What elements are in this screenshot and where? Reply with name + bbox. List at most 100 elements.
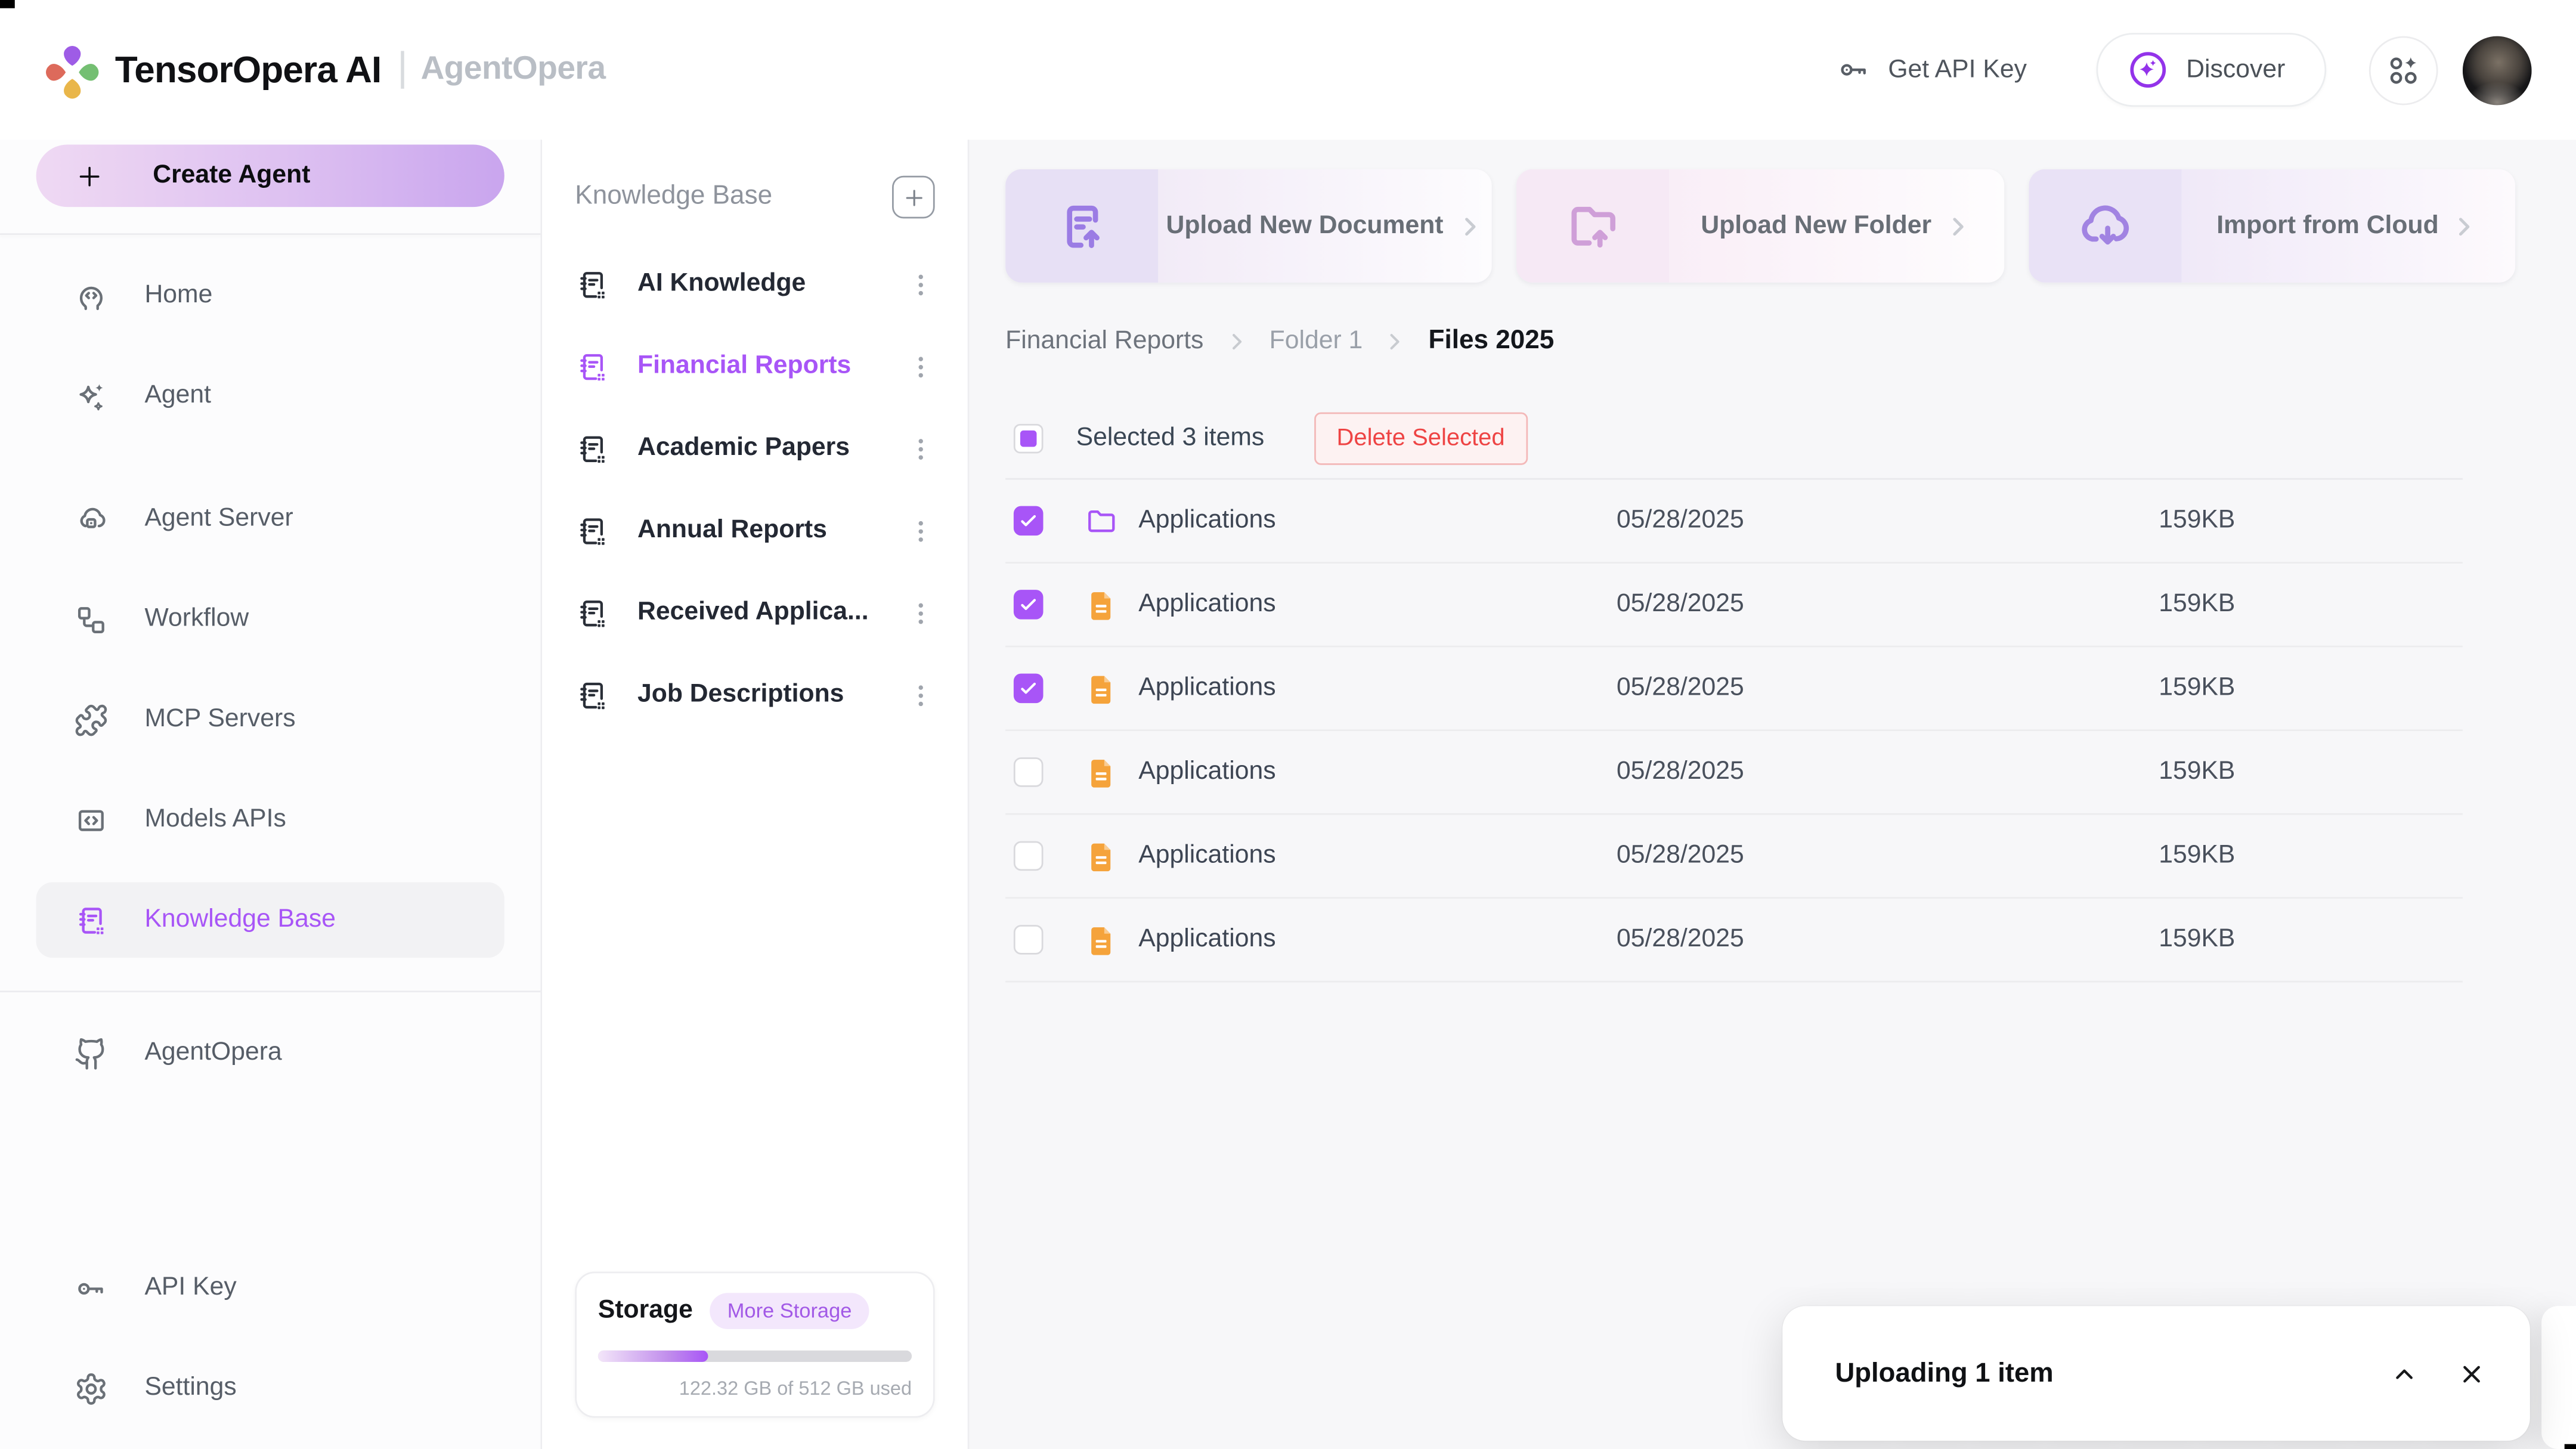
import-from-cloud-button[interactable]: Import from Cloud bbox=[2029, 169, 2515, 283]
brand-suffix: AgentOpera bbox=[421, 51, 606, 88]
chevron-right-icon bbox=[1223, 329, 1249, 355]
brand-logo[interactable]: TensorOpera AI AgentOpera bbox=[44, 41, 605, 100]
storage-label: Storage bbox=[598, 1296, 693, 1326]
breadcrumb-item-folder-1[interactable]: Folder 1 bbox=[1270, 327, 1363, 357]
sidebar-item-label: Knowledge Base bbox=[144, 905, 336, 935]
sidebar-item-label: Home bbox=[144, 281, 212, 311]
check-icon bbox=[1018, 595, 1038, 614]
sidebar-item-agent-server[interactable]: Agent Server bbox=[36, 481, 504, 557]
file-date: 05/28/2025 bbox=[1617, 674, 2159, 704]
sidebar-item-label: Agent Server bbox=[144, 504, 293, 534]
file-date: 05/28/2025 bbox=[1617, 925, 2159, 955]
sidebar-item-models-apis[interactable]: Models APIs bbox=[36, 782, 504, 857]
chevron-up-icon[interactable] bbox=[2391, 1360, 2419, 1388]
notebook-icon bbox=[575, 349, 609, 383]
kebab-menu-icon[interactable] bbox=[907, 599, 935, 627]
upload-new-document-label: Upload New Document bbox=[1166, 211, 1443, 241]
sidebar-footer: API Key Settings bbox=[36, 1250, 504, 1426]
row-checkbox[interactable] bbox=[1014, 590, 1044, 620]
notebook-icon bbox=[575, 267, 609, 302]
row-checkbox[interactable] bbox=[1014, 674, 1044, 704]
sidebar-item-home[interactable]: Home bbox=[36, 258, 504, 334]
file-icon bbox=[1084, 671, 1119, 705]
table-row[interactable]: Applications 05/28/2025 159KB bbox=[1005, 815, 2463, 899]
file-size: 159KB bbox=[2159, 590, 2463, 620]
sidebar-item-mcp-servers[interactable]: MCP Servers bbox=[36, 682, 504, 757]
kb-list: AI Knowledge Financial Reports Academic bbox=[575, 243, 934, 736]
apps-grid-button[interactable] bbox=[2369, 35, 2438, 104]
sidebar-item-api-key[interactable]: API Key bbox=[36, 1250, 504, 1326]
sidebar-item-workflow[interactable]: Workflow bbox=[36, 581, 504, 657]
kb-list-item[interactable]: Financial Reports bbox=[575, 326, 934, 408]
file-size: 159KB bbox=[2159, 757, 2463, 787]
get-api-key-button[interactable]: Get API Key bbox=[1837, 52, 2027, 87]
kb-list-item[interactable]: Academic Papers bbox=[575, 407, 934, 490]
notebook-icon bbox=[575, 596, 609, 630]
row-checkbox[interactable] bbox=[1014, 841, 1044, 871]
discover-button[interactable]: Discover bbox=[2096, 33, 2327, 107]
key-icon bbox=[74, 1271, 109, 1305]
notebook-icon bbox=[575, 677, 609, 712]
table-row[interactable]: Applications 05/28/2025 159KB bbox=[1005, 731, 2463, 815]
gear-icon bbox=[74, 1371, 109, 1405]
delete-selected-button[interactable]: Delete Selected bbox=[1314, 413, 1528, 465]
user-avatar[interactable] bbox=[2463, 35, 2532, 104]
row-checkbox[interactable] bbox=[1014, 757, 1044, 787]
discover-label: Discover bbox=[2186, 55, 2285, 85]
kb-panel-title: Knowledge Base bbox=[575, 182, 772, 212]
file-name: Applications bbox=[1138, 590, 1617, 620]
file-date: 05/28/2025 bbox=[1617, 841, 2159, 871]
breadcrumb-item-financial-reports[interactable]: Financial Reports bbox=[1005, 327, 1203, 357]
file-date: 05/28/2025 bbox=[1617, 590, 2159, 620]
kebab-menu-icon[interactable] bbox=[907, 681, 935, 709]
kebab-menu-icon[interactable] bbox=[907, 435, 935, 463]
brand-divider bbox=[401, 51, 405, 88]
kebab-menu-icon[interactable] bbox=[907, 270, 935, 298]
row-checkbox[interactable] bbox=[1014, 506, 1044, 536]
sidebar-item-settings[interactable]: Settings bbox=[36, 1351, 504, 1426]
sidebar-item-agent[interactable]: Agent bbox=[36, 358, 504, 434]
upload-document-icon-box bbox=[1005, 169, 1158, 283]
chevron-right-icon bbox=[1943, 211, 1973, 241]
create-agent-button[interactable]: Create Agent bbox=[36, 144, 504, 207]
kebab-menu-icon[interactable] bbox=[907, 352, 935, 380]
row-checkbox[interactable] bbox=[1014, 925, 1044, 955]
kb-list-item[interactable]: Annual Reports bbox=[575, 490, 934, 572]
sidebar-item-label: AgentOpera bbox=[144, 1038, 281, 1068]
import-from-cloud-label: Import from Cloud bbox=[2216, 211, 2438, 241]
selection-bar: Selected 3 items Delete Selected bbox=[1005, 406, 2463, 472]
upload-new-folder-button[interactable]: Upload New Folder bbox=[1517, 169, 2004, 283]
sidebar-item-agentopera[interactable]: AgentOpera bbox=[36, 1015, 504, 1091]
knowledge-base-panel: Knowledge Base AI Knowledge bbox=[542, 140, 969, 1449]
kebab-menu-icon[interactable] bbox=[907, 516, 935, 544]
sidebar-item-label: Agent bbox=[144, 381, 211, 411]
top-header: TensorOpera AI AgentOpera Get API Key Di… bbox=[0, 0, 2576, 140]
kb-item-label: Academic Papers bbox=[637, 434, 850, 463]
discover-sparkle-icon bbox=[2127, 49, 2168, 91]
select-all-checkbox[interactable] bbox=[1014, 424, 1044, 454]
kb-list-item[interactable]: Job Descriptions bbox=[575, 654, 934, 736]
table-row[interactable]: Applications 05/28/2025 159KB bbox=[1005, 648, 2463, 732]
more-storage-badge[interactable]: More Storage bbox=[709, 1293, 869, 1329]
file-size: 159KB bbox=[2159, 674, 2463, 704]
upload-new-document-button[interactable]: Upload New Document bbox=[1005, 169, 1492, 283]
get-api-key-label: Get API Key bbox=[1888, 55, 2027, 85]
storage-widget: Storage More Storage 122.32 GB of 512 GB… bbox=[575, 1271, 934, 1417]
table-row[interactable]: Applications 05/28/2025 159KB bbox=[1005, 479, 2463, 564]
table-row[interactable]: Applications 05/28/2025 159KB bbox=[1005, 899, 2463, 983]
kb-list-item[interactable]: Received Applica... bbox=[575, 572, 934, 654]
sidebar-item-knowledge-base[interactable]: Knowledge Base bbox=[36, 882, 504, 958]
plus-icon bbox=[76, 162, 104, 190]
file-date: 05/28/2025 bbox=[1617, 757, 2159, 787]
upload-actions: Upload New Document Upload New Folder bbox=[1005, 169, 2515, 283]
selection-count-label: Selected 3 items bbox=[1076, 424, 1265, 454]
table-row[interactable]: Applications 05/28/2025 159KB bbox=[1005, 564, 2463, 648]
upload-toast: Uploading 1 item bbox=[1782, 1306, 2530, 1441]
breadcrumb: Financial Reports Folder 1 Files 2025 bbox=[1005, 327, 2515, 357]
folder-upload-icon bbox=[1563, 196, 1623, 255]
kb-list-item[interactable]: AI Knowledge bbox=[575, 243, 934, 326]
background-toast-edge bbox=[2541, 1306, 2576, 1449]
kb-item-label: Received Applica... bbox=[637, 598, 869, 628]
add-knowledge-base-button[interactable] bbox=[892, 176, 935, 219]
close-icon[interactable] bbox=[2458, 1360, 2486, 1388]
